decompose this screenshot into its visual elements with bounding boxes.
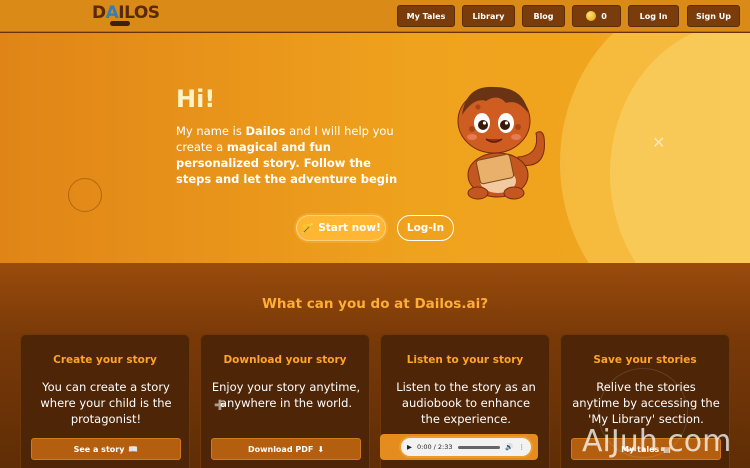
audio-time: 0:00 / 2:33 bbox=[417, 443, 453, 451]
card-text: Enjoy your story anytime, anywhere in th… bbox=[211, 380, 361, 410]
book-icon: 📖 bbox=[128, 444, 139, 454]
download-icon: ⬇ bbox=[317, 444, 325, 454]
play-icon[interactable]: ▶ bbox=[407, 443, 412, 451]
decorative-cross-icon: ✕ bbox=[652, 133, 666, 152]
intro-name-bold: Dailos bbox=[245, 124, 286, 138]
card-title: Listen to your story bbox=[406, 354, 524, 366]
logo-underline bbox=[110, 21, 130, 26]
see-a-story-button[interactable]: See a story 📖 bbox=[31, 438, 181, 460]
login-label: Log In bbox=[639, 11, 668, 21]
hero-title: Hi! bbox=[176, 85, 216, 113]
hero-login-label: Log-In bbox=[406, 222, 445, 234]
start-now-button[interactable]: 🪄 Start now! bbox=[296, 215, 386, 241]
hero-section: ✕ Hi! My name is Dailos and I will help … bbox=[0, 33, 750, 263]
coins-button[interactable]: 0 bbox=[572, 5, 621, 27]
card-text: Listen to the story as an audiobook to e… bbox=[396, 380, 536, 426]
decorative-plus-icon: ✚ bbox=[214, 398, 226, 414]
logo-text: DAILOS bbox=[92, 3, 160, 23]
audio-player-frame: ▶ 0:00 / 2:33 🔊 ⋮ bbox=[380, 434, 538, 460]
start-now-label: Start now! bbox=[318, 222, 381, 234]
nav-library-label: Library bbox=[472, 11, 505, 21]
audio-progress-bar[interactable] bbox=[457, 445, 501, 449]
nav-my-tales-button[interactable]: My Tales bbox=[397, 5, 455, 27]
features-title: What can you do at Dailos.ai? bbox=[261, 296, 489, 312]
coin-icon bbox=[586, 11, 597, 21]
see-a-story-label: See a story bbox=[73, 444, 125, 454]
more-options-icon[interactable]: ⋮ bbox=[519, 443, 526, 451]
magic-wand-icon: 🪄 bbox=[301, 222, 315, 235]
dailos-logo[interactable]: DAILOS bbox=[92, 3, 160, 26]
coins-count: 0 bbox=[601, 11, 607, 21]
audio-player[interactable]: ▶ 0:00 / 2:33 🔊 ⋮ bbox=[401, 438, 531, 456]
dailos-mascot-illustration bbox=[457, 86, 545, 200]
feature-card-create: Create your story You can create a story… bbox=[20, 334, 190, 468]
card-title: Save your stories bbox=[593, 354, 697, 366]
hero-login-button[interactable]: Log-In bbox=[397, 215, 454, 241]
login-button[interactable]: Log In bbox=[628, 5, 679, 27]
hero-intro-text: My name is Dailos and I will help you cr… bbox=[176, 123, 406, 187]
download-pdf-label: Download PDF bbox=[247, 444, 314, 454]
top-navbar: DAILOS My Tales Library Blog 0 Log In Si… bbox=[0, 0, 750, 32]
volume-icon[interactable]: 🔊 bbox=[505, 443, 513, 451]
card-title: Download your story bbox=[223, 354, 347, 366]
nav-my-tales-label: My Tales bbox=[406, 11, 446, 21]
intro-text-part: My name is bbox=[176, 124, 246, 138]
card-text: You can create a story where your child … bbox=[40, 380, 172, 426]
decorative-circle bbox=[68, 178, 102, 212]
signup-label: Sign Up bbox=[696, 11, 731, 21]
card-title: Create your story bbox=[53, 354, 157, 366]
signup-button[interactable]: Sign Up bbox=[687, 5, 740, 27]
nav-library-button[interactable]: Library bbox=[462, 5, 515, 27]
nav-blog-button[interactable]: Blog bbox=[522, 5, 565, 27]
download-pdf-button[interactable]: Download PDF ⬇ bbox=[211, 438, 361, 460]
nav-blog-label: Blog bbox=[533, 11, 554, 21]
watermark-text: AiJuh.com bbox=[582, 424, 732, 459]
